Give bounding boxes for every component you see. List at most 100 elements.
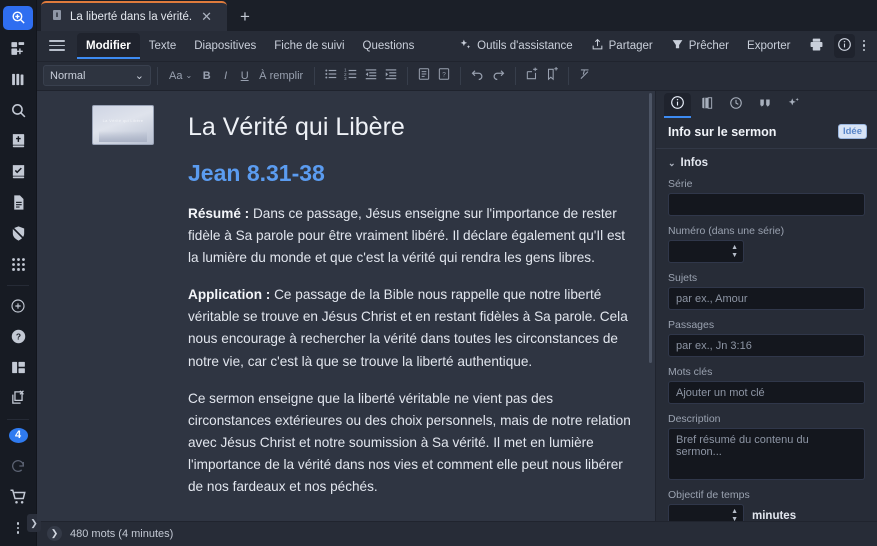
- idea-badge[interactable]: Idée: [837, 124, 867, 140]
- fill-in-blank-button[interactable]: À remplir: [254, 65, 308, 86]
- document-tab-title: La liberté dans la vérité.: [70, 10, 193, 23]
- question-block-icon: ?: [437, 67, 451, 84]
- cart-icon: [9, 488, 27, 506]
- menu-right-actions: Outils d'assistance Partager Prêcher Exp…: [451, 32, 871, 60]
- rail-item-document[interactable]: [3, 191, 33, 215]
- rail-item-close-window[interactable]: [3, 386, 33, 410]
- passages-field-placeholder: par ex., Jn 3:16: [676, 339, 752, 352]
- font-size-label: Aa: [169, 69, 183, 82]
- close-window-icon: [10, 389, 27, 406]
- menu-item-fiche-de-suivi[interactable]: Fiche de suivi: [265, 33, 353, 59]
- bullet-list-button[interactable]: [321, 65, 341, 86]
- document-tab[interactable]: La liberté dans la vérité. ✕: [41, 0, 227, 31]
- tab-quotes[interactable]: [751, 93, 778, 118]
- number-stepper-icon[interactable]: ▲ ▼: [731, 244, 738, 260]
- close-icon[interactable]: ✕: [201, 10, 212, 23]
- rail-item-checklist[interactable]: [3, 160, 33, 184]
- preach-button[interactable]: Prêcher: [663, 33, 737, 59]
- series-number-field[interactable]: ▲ ▼: [668, 240, 744, 264]
- note-block-button[interactable]: [414, 65, 434, 86]
- paragraph-teaching: Ce sermon enseigne que la liberté vérita…: [188, 388, 631, 499]
- printer-icon: [809, 37, 824, 55]
- rail-item-search[interactable]: [3, 98, 33, 122]
- section-infos-header[interactable]: ⌄ Infos: [668, 157, 865, 169]
- print-button[interactable]: [801, 32, 832, 60]
- tab-notebook[interactable]: [693, 93, 720, 118]
- font-size-button[interactable]: Aa ⌄: [164, 65, 197, 86]
- rail-item-add[interactable]: [3, 294, 33, 318]
- description-field[interactable]: Bref résumé du contenu du sermon...: [668, 428, 865, 481]
- overflow-menu-button[interactable]: [857, 36, 872, 56]
- share-button[interactable]: Partager: [583, 33, 661, 59]
- rail-item-new-document[interactable]: [3, 37, 33, 61]
- underline-button[interactable]: U: [235, 65, 254, 86]
- insert-slide-button[interactable]: [522, 65, 542, 86]
- undo-button[interactable]: [467, 65, 488, 86]
- share-icon: [591, 38, 604, 54]
- rail-item-apps-grid[interactable]: [3, 252, 33, 276]
- paragraph-resume-text: Dans ce passage, Jésus enseigne sur l'im…: [188, 205, 626, 265]
- passages-field[interactable]: par ex., Jn 3:16: [668, 334, 865, 358]
- rail-item-library[interactable]: [3, 68, 33, 92]
- rail-item-bible[interactable]: [3, 129, 33, 153]
- field-series: Série: [668, 178, 865, 217]
- clear-formatting-button[interactable]: [575, 65, 595, 86]
- redo-icon: [491, 67, 506, 85]
- topics-field[interactable]: par ex., Amour: [668, 287, 865, 311]
- paragraph-application: Application : Ce passage de la Bible nou…: [188, 284, 631, 373]
- field-topics-label: Sujets: [668, 272, 698, 285]
- menu-item-modifier[interactable]: Modifier: [77, 32, 140, 59]
- menu-item-diapositives[interactable]: Diapositives: [185, 33, 265, 59]
- series-field[interactable]: [668, 193, 865, 217]
- search-icon: [10, 102, 27, 119]
- app-window: ? 4 ❯ La liberté dans la vérité. ✕ + Mod…: [0, 0, 877, 546]
- indent-button[interactable]: [381, 65, 401, 86]
- field-series-number-label: Numéro (dans une série): [668, 225, 785, 238]
- editor-scroll-area[interactable]: La Vérité qui Libère La Vérité qui Libèr…: [37, 90, 655, 521]
- status-expand-button[interactable]: ❯: [47, 526, 62, 542]
- field-series-number: Numéro (dans une série) ▲ ▼: [668, 225, 865, 264]
- outdent-button[interactable]: [361, 65, 381, 86]
- tab-strip: La liberté dans la vérité. ✕ +: [37, 0, 877, 31]
- assistance-tools-button[interactable]: Outils d'assistance: [451, 33, 581, 59]
- kebab-icon: [11, 518, 26, 538]
- topics-field-placeholder: par ex., Amour: [676, 292, 748, 305]
- menu-item-texte[interactable]: Texte: [140, 33, 186, 59]
- paragraph-style-select[interactable]: Normal ⌄: [43, 65, 151, 87]
- chevron-down-icon: ⌄: [668, 157, 676, 168]
- editor-scrollbar[interactable]: [646, 91, 655, 521]
- tab-assistant[interactable]: [780, 93, 807, 118]
- number-stepper-icon[interactable]: ▲ ▼: [731, 508, 738, 521]
- rail-notification-badge[interactable]: 4: [8, 427, 28, 443]
- new-tab-button[interactable]: +: [227, 3, 263, 31]
- underline-label: U: [240, 69, 249, 82]
- apps-grid-icon: [10, 256, 27, 273]
- slide-thumbnail[interactable]: La Vérité qui Libère: [92, 104, 154, 145]
- question-block-button[interactable]: ?: [434, 65, 454, 86]
- rail-item-hidden-shield[interactable]: [3, 221, 33, 245]
- redo-button[interactable]: [488, 65, 509, 86]
- pulpit-icon: [671, 38, 684, 54]
- insert-bookmark-button[interactable]: [542, 65, 562, 86]
- field-time-goal: Objectif de temps ▲ ▼ minutes: [668, 489, 865, 521]
- italic-button[interactable]: I: [216, 65, 235, 86]
- rail-item-search-logo[interactable]: [3, 6, 33, 30]
- keywords-field[interactable]: Ajouter un mot clé: [668, 381, 865, 405]
- rail-item-sync[interactable]: [3, 455, 33, 479]
- sermon-body[interactable]: Résumé : Dans ce passage, Jésus enseigne…: [188, 203, 631, 499]
- rail-item-help[interactable]: ?: [3, 324, 33, 348]
- sermon-info-toggle-button[interactable]: [833, 33, 855, 58]
- time-goal-field[interactable]: ▲ ▼: [668, 504, 744, 521]
- rail-item-layout[interactable]: [3, 355, 33, 379]
- tab-sermon-info[interactable]: [664, 92, 691, 118]
- bold-button[interactable]: B: [197, 65, 216, 86]
- export-button[interactable]: Exporter: [739, 35, 798, 57]
- menu-item-questions[interactable]: Questions: [354, 33, 424, 59]
- rail-item-cart[interactable]: [3, 485, 33, 509]
- scripture-reference[interactable]: Jean 8.31-38: [188, 160, 631, 187]
- share-label: Partager: [608, 39, 653, 52]
- sermon-editor[interactable]: La Vérité qui Libère La Vérité qui Libèr…: [37, 91, 655, 521]
- tab-history[interactable]: [722, 93, 749, 118]
- menu-icon[interactable]: [45, 40, 69, 51]
- numbered-list-button[interactable]: 1 2 3: [341, 65, 361, 86]
